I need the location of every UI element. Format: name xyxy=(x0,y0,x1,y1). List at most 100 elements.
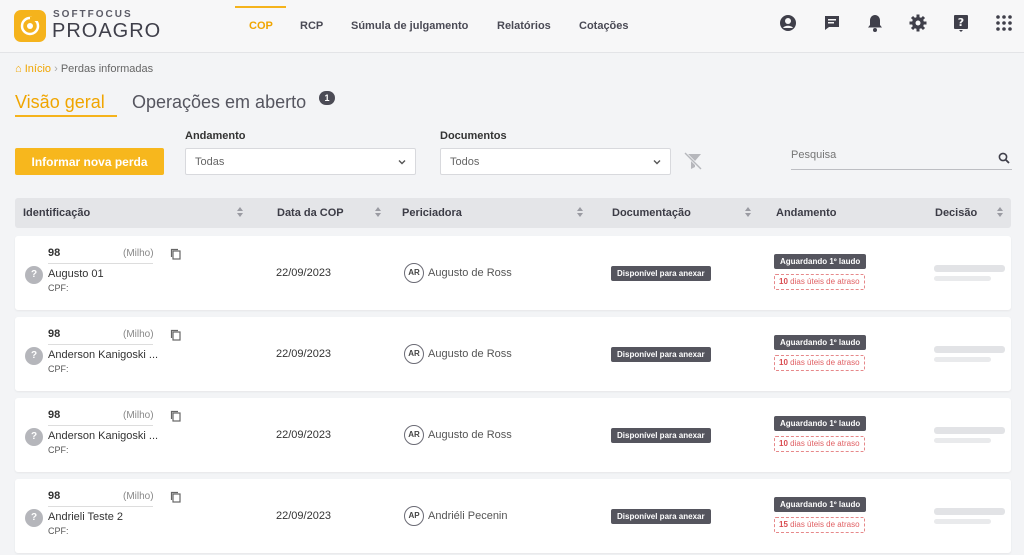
search-icon[interactable] xyxy=(998,152,1010,167)
nav-relatorios[interactable]: Relatórios xyxy=(497,20,551,32)
col-decisao[interactable]: Decisão xyxy=(935,207,977,219)
row-perito-name: Andriéli Pecenin xyxy=(428,510,508,522)
open-ops-count-badge: 1 xyxy=(319,91,335,105)
andamento-select[interactable]: Todas xyxy=(185,148,416,175)
col-periciadora[interactable]: Periciadora xyxy=(402,207,462,219)
table-row[interactable]: 98 (Milho) ? Augusto 01 CPF: 22/09/2023 … xyxy=(15,236,1011,310)
row-producer-name: Andrieli Teste 2 xyxy=(48,511,124,523)
row-producer-name: Augusto 01 xyxy=(48,268,104,280)
decision-placeholder xyxy=(934,427,1005,434)
apps-grid-icon[interactable] xyxy=(994,13,1014,33)
row-id-redaction xyxy=(63,490,118,503)
nav-cotacoes[interactable]: Cotações xyxy=(579,20,629,32)
informar-nova-perda-button[interactable]: Informar nova perda xyxy=(15,148,164,175)
perito-avatar: AR xyxy=(404,263,424,283)
row-crop: (Milho) xyxy=(123,410,154,421)
row-id-divider xyxy=(48,344,153,345)
row-cpf: CPF: xyxy=(48,283,69,293)
copy-icon[interactable] xyxy=(170,329,182,345)
chevron-down-icon xyxy=(652,157,662,170)
perito-avatar: AP xyxy=(404,506,424,526)
row-id: 98 xyxy=(48,409,61,421)
sort-icon[interactable] xyxy=(996,206,1004,218)
svg-text:?: ? xyxy=(958,16,964,29)
row-id: 98 xyxy=(48,490,61,502)
row-date: 22/09/2023 xyxy=(276,510,332,522)
breadcrumb: ⌂ Início › Perdas informadas xyxy=(15,63,153,75)
brand-subtitle: SOFTFOCUS xyxy=(53,9,133,20)
help-icon[interactable]: ? xyxy=(951,13,971,33)
delay-text: dias úteis de atraso xyxy=(790,277,860,286)
table-row[interactable]: 98 (Milho) ? Andrieli Teste 2 CPF: 22/09… xyxy=(15,479,1011,553)
doc-status-badge: Disponível para anexar xyxy=(611,347,711,362)
row-id-divider xyxy=(48,425,153,426)
col-data-cop[interactable]: Data da COP xyxy=(277,207,344,219)
delay-text: dias úteis de atraso xyxy=(790,520,860,529)
delay-days: 15 xyxy=(779,520,788,529)
copy-icon[interactable] xyxy=(170,410,182,426)
sort-icon[interactable] xyxy=(374,206,382,218)
row-id: 98 xyxy=(48,247,61,259)
andamento-label: Andamento xyxy=(185,130,246,142)
sort-icon[interactable] xyxy=(236,206,244,218)
andamento-badge: Aguardando 1º laudo xyxy=(774,416,867,431)
doc-status-badge: Disponível para anexar xyxy=(611,266,711,281)
delay-days: 10 xyxy=(779,358,788,367)
brand-title: PROAGRO xyxy=(52,20,162,42)
table-row[interactable]: 98 (Milho) ? Anderson Kanigoski ... CPF:… xyxy=(15,398,1011,472)
unknown-avatar-icon: ? xyxy=(25,428,43,446)
row-cpf: CPF: xyxy=(48,526,69,536)
row-id-redaction xyxy=(63,328,118,341)
copy-icon[interactable] xyxy=(170,248,182,264)
chat-icon[interactable] xyxy=(822,13,842,33)
doc-status-badge: Disponível para anexar xyxy=(611,428,711,443)
search-input[interactable] xyxy=(791,149,971,161)
breadcrumb-home-link[interactable]: Início xyxy=(25,63,51,75)
row-id-redaction xyxy=(63,247,118,260)
unknown-avatar-icon: ? xyxy=(25,347,43,365)
clear-filter-icon[interactable] xyxy=(683,151,703,173)
nav-rcp[interactable]: RCP xyxy=(300,20,323,32)
tab-visao-geral[interactable]: Visão geral xyxy=(15,92,105,113)
row-crop: (Milho) xyxy=(123,491,154,502)
col-andamento[interactable]: Andamento xyxy=(776,207,837,219)
unknown-avatar-icon: ? xyxy=(25,266,43,284)
nav-cop[interactable]: COP xyxy=(249,20,273,32)
decision-placeholder xyxy=(934,265,1005,272)
sort-icon[interactable] xyxy=(576,206,584,218)
sort-icon[interactable] xyxy=(744,206,752,218)
perito-avatar: AR xyxy=(404,425,424,445)
account-icon[interactable] xyxy=(778,13,798,33)
col-identificacao[interactable]: Identificação xyxy=(23,207,90,219)
andamento-badge: Aguardando 1º laudo xyxy=(774,497,867,512)
andamento-badge: Aguardando 1º laudo xyxy=(774,335,867,350)
gear-icon[interactable] xyxy=(908,13,928,33)
col-documentacao[interactable]: Documentação xyxy=(612,207,691,219)
copy-icon[interactable] xyxy=(170,491,182,507)
top-bar: SOFTFOCUS PROAGRO COP RCP Súmula de julg… xyxy=(0,0,1024,53)
decision-placeholder xyxy=(934,276,991,281)
decision-placeholder xyxy=(934,357,991,362)
row-cpf: CPF: xyxy=(48,364,69,374)
home-icon[interactable]: ⌂ xyxy=(15,63,22,75)
table-row[interactable]: 98 (Milho) ? Anderson Kanigoski ... CPF:… xyxy=(15,317,1011,391)
row-cpf: CPF: xyxy=(48,445,69,455)
nav-active-indicator xyxy=(235,6,286,8)
table-header: Identificação Data da COP Periciadora Do… xyxy=(15,198,1011,228)
brand-logo-icon[interactable] xyxy=(14,10,46,42)
row-perito-name: Augusto de Ross xyxy=(428,267,512,279)
documentos-select[interactable]: Todos xyxy=(440,148,671,175)
bell-icon[interactable] xyxy=(865,13,885,33)
row-crop: (Milho) xyxy=(123,248,154,259)
breadcrumb-current: Perdas informadas xyxy=(60,63,154,75)
unknown-avatar-icon: ? xyxy=(25,509,43,527)
documentos-label: Documentos xyxy=(440,130,507,142)
decision-placeholder xyxy=(934,346,1005,353)
perito-avatar: AR xyxy=(404,344,424,364)
row-date: 22/09/2023 xyxy=(276,348,332,360)
decision-placeholder xyxy=(934,438,991,443)
breadcrumb-separator: › xyxy=(54,63,58,75)
tab-active-indicator xyxy=(15,115,117,117)
nav-sumula[interactable]: Súmula de julgamento xyxy=(351,20,468,32)
tab-operacoes-em-aberto[interactable]: Operações em aberto xyxy=(132,92,306,113)
